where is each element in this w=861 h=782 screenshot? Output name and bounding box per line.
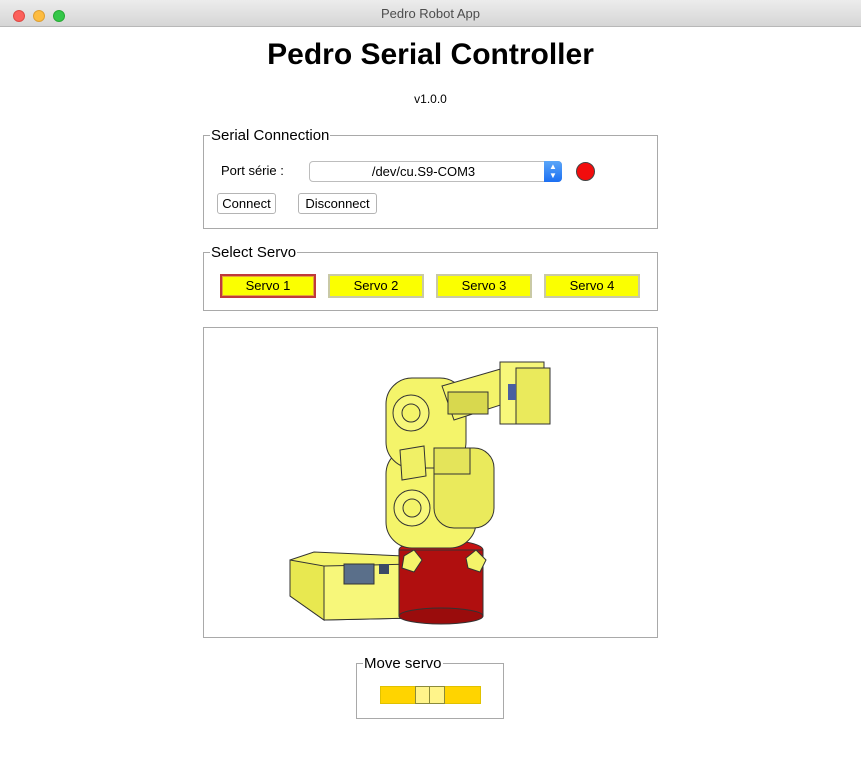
title-bar: Pedro Robot App: [0, 0, 861, 27]
port-label: Port série :: [221, 163, 284, 178]
port-select[interactable]: /dev/cu.S9-COM3 ▲ ▼: [309, 161, 562, 182]
servo-1-button[interactable]: Servo 1: [220, 274, 316, 298]
servo-2-button[interactable]: Servo 2: [328, 274, 424, 298]
disconnect-button[interactable]: Disconnect: [298, 193, 377, 214]
page-title: Pedro Serial Controller: [267, 38, 594, 71]
serial-connection-legend: Serial Connection: [211, 127, 330, 144]
connect-button[interactable]: Connect: [217, 193, 276, 214]
app-window: Pedro Robot App Pedro Serial Controller …: [0, 0, 861, 782]
servo-slider-thumb[interactable]: [415, 686, 445, 704]
connection-status-indicator: [576, 162, 595, 181]
move-servo-legend: Move servo: [364, 655, 442, 672]
window-title: Pedro Robot App: [380, 6, 481, 21]
robot-arm-image: [203, 327, 658, 638]
select-servo-legend: Select Servo: [211, 244, 297, 261]
port-select-value: /dev/cu.S9-COM3: [371, 164, 476, 179]
robot-arm-illustration: [289, 361, 551, 625]
version-label: v1.0.0: [414, 92, 447, 106]
chevron-up-down-icon: ▲ ▼: [544, 161, 562, 182]
servo-3-button[interactable]: Servo 3: [436, 274, 532, 298]
servo-4-button[interactable]: Servo 4: [544, 274, 640, 298]
